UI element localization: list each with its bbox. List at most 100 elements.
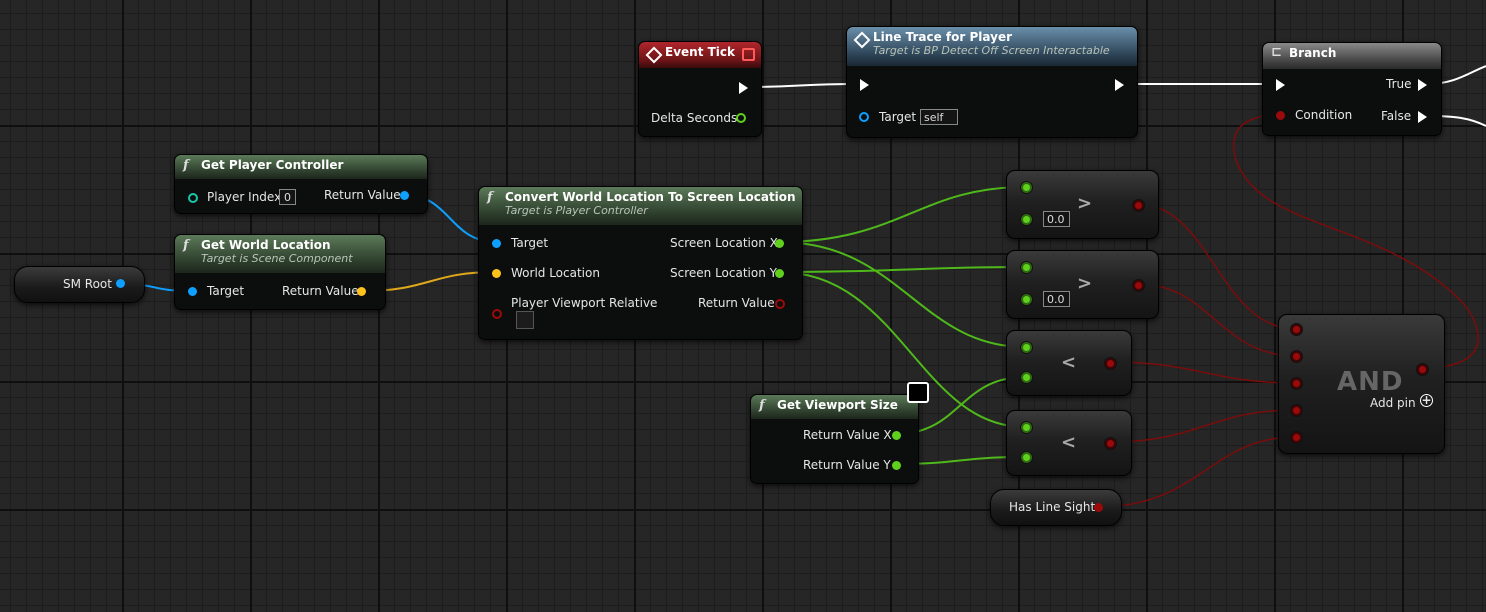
condition-pin[interactable] (1276, 111, 1285, 120)
input-b-pin[interactable] (1021, 372, 1032, 383)
viewport-relative-checkbox[interactable] (516, 311, 534, 329)
node-title: Get World Location (201, 238, 331, 252)
return-y-pin[interactable] (892, 461, 901, 470)
screen-x-pin[interactable] (775, 239, 784, 248)
output-pin[interactable] (1133, 280, 1144, 291)
node-title: Branch (1289, 46, 1337, 60)
input-b-field[interactable]: 0.0 (1043, 291, 1070, 307)
false-label: False (1381, 109, 1412, 123)
stop-icon (742, 48, 755, 61)
return-value-pin[interactable] (357, 287, 366, 296)
wire-x-to-lt1 (778, 241, 1026, 348)
branch-icon: ⊏ (1271, 45, 1282, 60)
input-b-pin[interactable] (1021, 214, 1032, 225)
delta-seconds-pin[interactable] (736, 113, 746, 123)
get-world-location-node[interactable]: f Get World Location Target is Scene Com… (174, 234, 386, 310)
delta-seconds-label: Delta Seconds (651, 111, 738, 125)
branch-node[interactable]: ⊏ Branch True Condition False (1262, 42, 1442, 136)
node-title: Convert World Location To Screen Locatio… (505, 190, 796, 204)
function-icon (853, 31, 871, 49)
input-a-pin[interactable] (1021, 422, 1032, 433)
return-x-pin[interactable] (892, 431, 901, 440)
operator-label: > (1077, 273, 1093, 294)
output-pin[interactable] (1105, 358, 1116, 369)
input-b-pin[interactable] (1021, 452, 1032, 463)
output-pin[interactable] (1105, 438, 1116, 449)
exec-in-pin[interactable] (1276, 79, 1285, 91)
variable-label: Has Line Sight (1009, 500, 1096, 514)
wire-lt2-to-and (1109, 409, 1297, 443)
return-y-label: Return Value Y (803, 458, 891, 472)
return-value-pin[interactable] (400, 191, 409, 200)
output-pin[interactable] (1133, 200, 1144, 211)
function-icon: f (183, 158, 189, 173)
less-than-node-1[interactable]: < (1006, 330, 1132, 396)
world-location-pin[interactable] (492, 269, 501, 278)
add-pin-label[interactable]: Add pin (1370, 396, 1416, 410)
world-location-label: World Location (511, 266, 600, 280)
exec-out-pin[interactable] (1115, 79, 1124, 91)
condition-label: Condition (1295, 108, 1353, 122)
exec-in-pin[interactable] (860, 79, 869, 91)
and-input-pin-3[interactable] (1291, 378, 1302, 389)
input-b-field[interactable]: 0.0 (1043, 211, 1070, 227)
node-title: Event Tick (665, 45, 736, 59)
node-subtitle: Target is BP Detect Off Screen Interacta… (873, 44, 1110, 57)
event-icon (645, 46, 663, 64)
line-trace-node[interactable]: Line Trace for Player Target is BP Detec… (846, 26, 1138, 138)
and-boolean-node[interactable]: AND Add pin + (1278, 314, 1445, 454)
input-b-pin[interactable] (1021, 294, 1032, 305)
wire-gt2-to-and (1137, 283, 1297, 357)
and-input-pin-2[interactable] (1291, 351, 1302, 362)
wire-y-to-gt2 (778, 266, 1026, 273)
and-input-pin-5[interactable] (1291, 432, 1302, 443)
wire-gt1-to-and (1137, 203, 1297, 330)
exec-out-pin[interactable] (739, 82, 748, 94)
screen-y-pin[interactable] (775, 269, 784, 278)
and-input-pin-4[interactable] (1291, 405, 1302, 416)
sm-root-out-pin[interactable] (116, 279, 125, 288)
and-output-pin[interactable] (1417, 364, 1428, 375)
operator-label: AND (1337, 367, 1404, 397)
false-exec-pin[interactable] (1418, 111, 1427, 123)
viewport-icon (907, 382, 929, 403)
function-icon: f (183, 238, 189, 253)
has-line-sight-variable-node[interactable]: Has Line Sight (990, 489, 1122, 526)
true-exec-pin[interactable] (1418, 79, 1427, 91)
greater-than-node-1[interactable]: 0.0 > (1006, 170, 1159, 239)
player-index-pin[interactable] (188, 193, 198, 203)
target-value-field[interactable]: self (920, 109, 958, 125)
function-icon: f (759, 398, 765, 413)
target-pin[interactable] (492, 239, 501, 248)
target-pin[interactable] (188, 287, 197, 296)
and-input-pin-1[interactable] (1291, 324, 1302, 335)
event-tick-node[interactable]: Event Tick Delta Seconds (638, 41, 762, 137)
return-value-label: Return Value (324, 188, 401, 202)
operator-label: < (1061, 352, 1077, 373)
viewport-relative-label: Player Viewport Relative (511, 296, 658, 310)
greater-than-node-2[interactable]: 0.0 > (1006, 250, 1159, 319)
variable-label: SM Root (63, 277, 112, 291)
target-pin[interactable] (859, 112, 869, 122)
get-player-controller-node[interactable]: f Get Player Controller Player Index 0 R… (174, 154, 428, 214)
get-viewport-size-node[interactable]: f Get Viewport Size Return Value X Retur… (750, 382, 929, 484)
player-index-label: Player Index (207, 190, 282, 204)
player-index-field[interactable]: 0 (279, 189, 296, 205)
input-a-pin[interactable] (1021, 182, 1032, 193)
return-value-pin[interactable] (775, 299, 785, 309)
has-line-sight-out-pin[interactable] (1094, 503, 1103, 512)
blueprint-graph[interactable]: Event Tick Delta Seconds Line Trace for … (0, 0, 1486, 612)
input-a-pin[interactable] (1021, 342, 1032, 353)
convert-world-to-screen-node[interactable]: f Convert World Location To Screen Locat… (478, 186, 803, 340)
screen-y-label: Screen Location Y (670, 266, 777, 280)
operator-label: > (1077, 193, 1093, 214)
function-icon: f (487, 190, 493, 205)
target-label: Target (207, 284, 245, 298)
viewport-relative-pin[interactable] (492, 309, 502, 319)
add-pin-icon[interactable]: + (1420, 394, 1433, 407)
node-subtitle: Target is Player Controller (505, 204, 648, 217)
sm-root-variable-node[interactable]: SM Root (14, 266, 145, 303)
input-a-pin[interactable] (1021, 262, 1032, 273)
less-than-node-2[interactable]: < (1006, 410, 1132, 476)
return-x-label: Return Value X (803, 428, 892, 442)
